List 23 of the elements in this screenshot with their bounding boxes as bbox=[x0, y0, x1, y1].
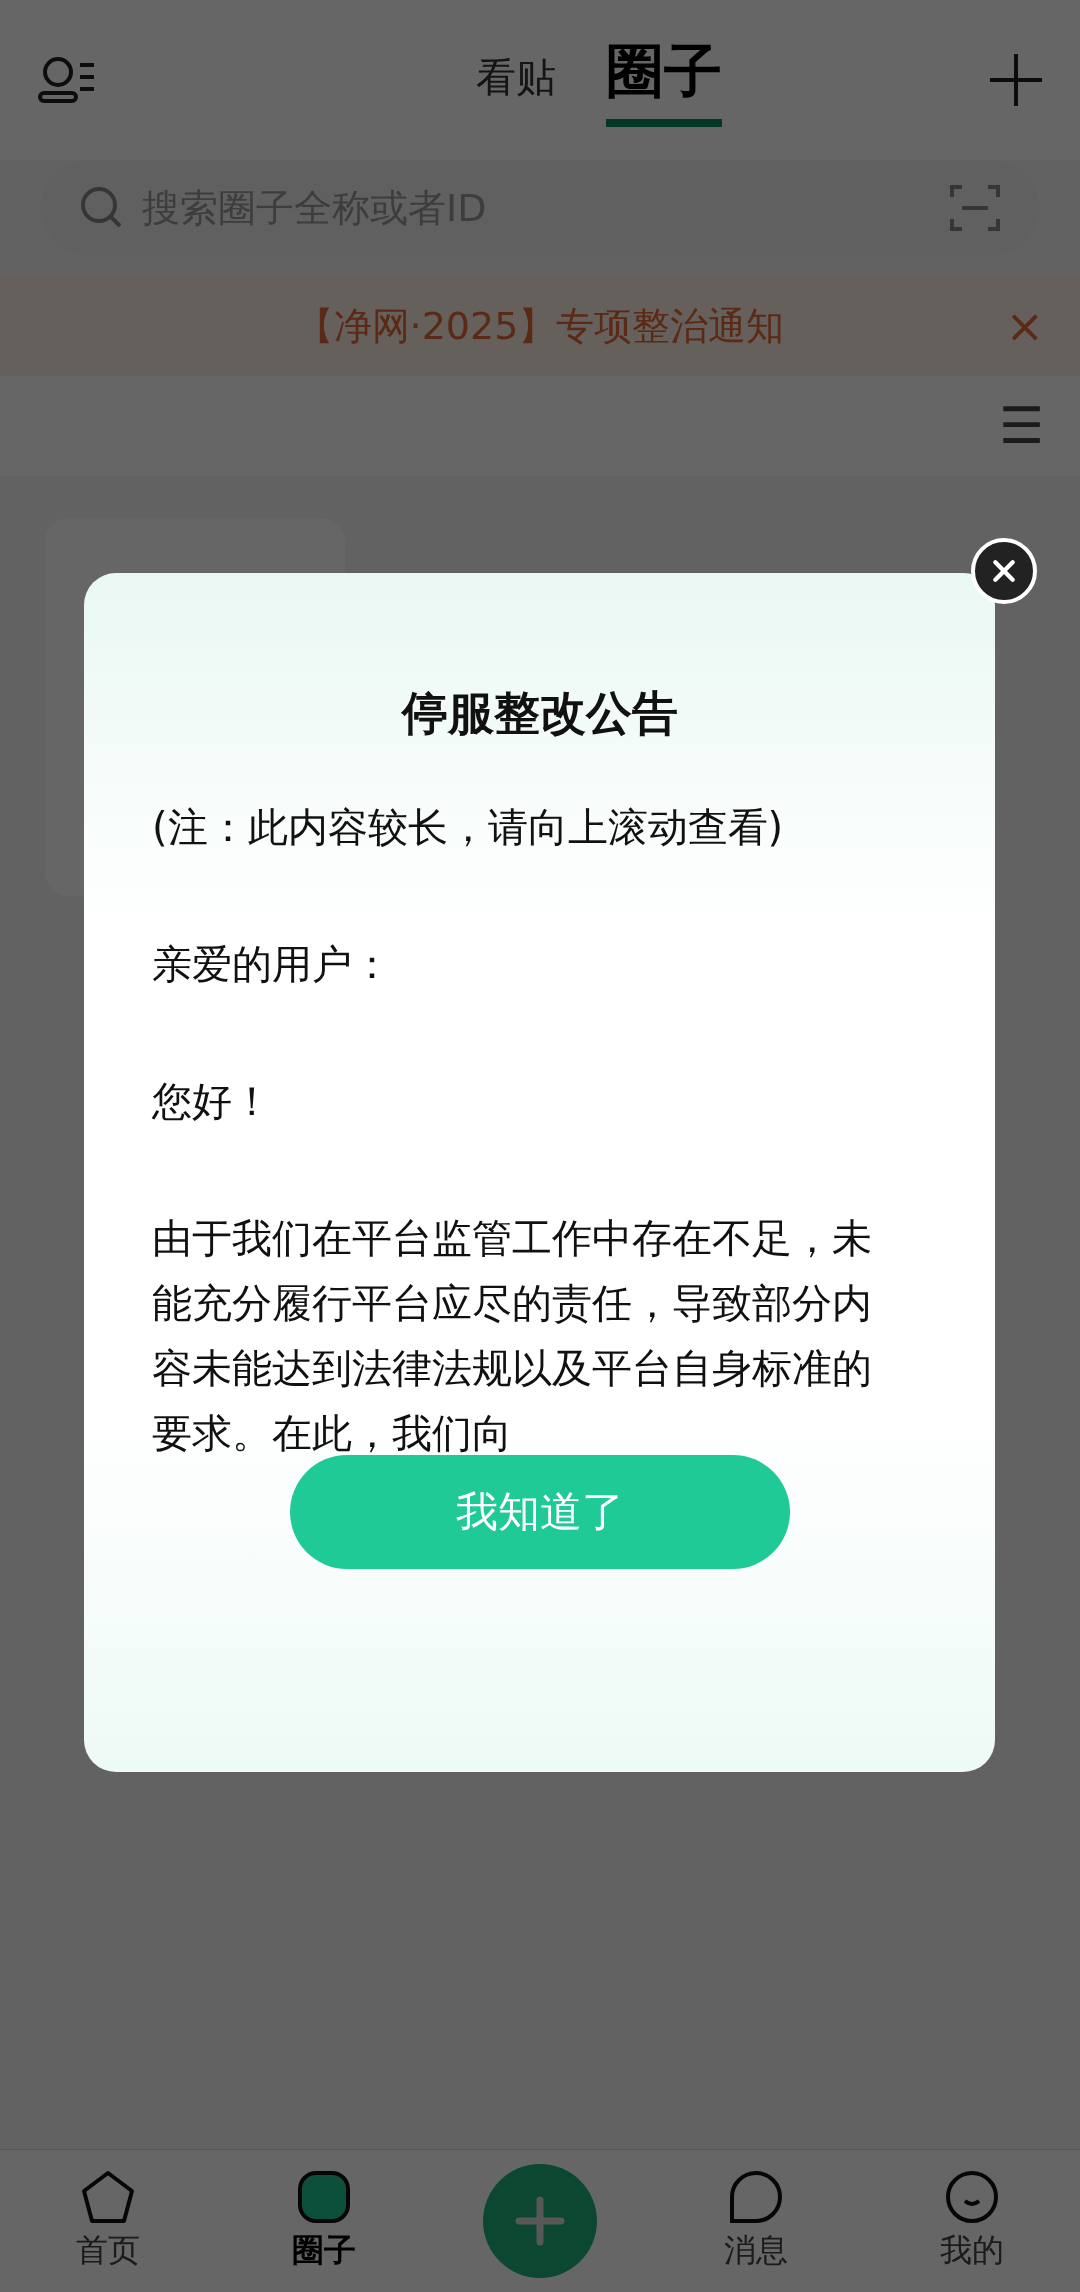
close-button[interactable]: × bbox=[999, 298, 1050, 354]
tab[interactable]: 看贴 bbox=[476, 50, 556, 127]
menu-button[interactable]: ☰ bbox=[993, 396, 1050, 456]
notice-paragraph: 亲爱的用户： bbox=[152, 940, 393, 989]
smile-icon[interactable] bbox=[944, 2169, 1000, 2225]
notice-paragraph: 您好！ bbox=[152, 1077, 273, 1126]
rounded-square-icon[interactable] bbox=[296, 2169, 352, 2225]
dialog-title: 停服整改公告 bbox=[400, 685, 679, 742]
plus-icon bbox=[515, 2196, 565, 2246]
close-icon bbox=[991, 558, 1017, 584]
acknowledge-button[interactable]: 我知道了 bbox=[289, 1455, 790, 1569]
notice-paragraph: 由于我们在平台监管工作中存在不足，未能充分履行平台应尽的责任，导致部分内容未能达到法律法规以及平台自身标准的要求。在此，我们向 bbox=[152, 1214, 873, 1458]
nav-label[interactable]: 我的 bbox=[940, 2229, 1004, 2273]
plus-icon[interactable] bbox=[990, 54, 1042, 106]
nav-label[interactable]: 消息 bbox=[724, 2229, 788, 2273]
chat-bubble-icon[interactable] bbox=[728, 2169, 784, 2225]
search-icon bbox=[80, 186, 124, 230]
notice-text[interactable]: 【净网·2025】专项整治通知 bbox=[295, 300, 785, 352]
notice-paragraph: (注：此内容较长，请向上滚动查看) bbox=[152, 803, 785, 852]
nav-label[interactable]: 首页 bbox=[76, 2229, 140, 2273]
home-icon[interactable] bbox=[80, 2169, 136, 2225]
tab[interactable]: 圈子 bbox=[606, 33, 722, 127]
scan-icon[interactable] bbox=[950, 183, 1000, 233]
